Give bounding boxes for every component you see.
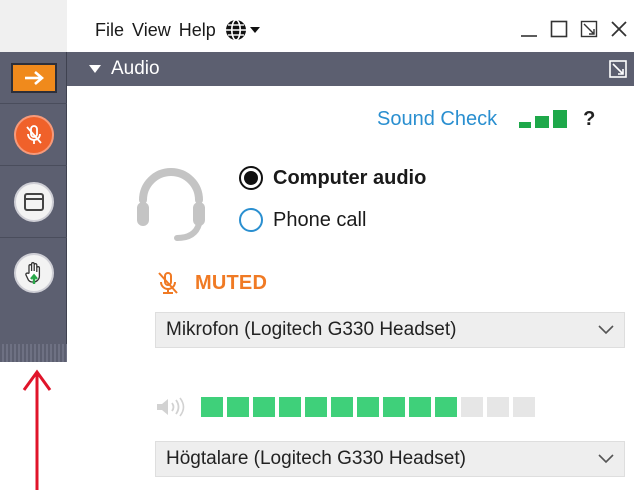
menu-help[interactable]: Help (179, 20, 216, 41)
phone-call-radio[interactable] (239, 208, 263, 232)
microphone-select[interactable]: Mikrofon (Logitech G330 Headset) (155, 312, 625, 348)
level-segment (253, 397, 275, 417)
popout-window-icon[interactable] (580, 20, 598, 38)
computer-audio-radio[interactable] (239, 166, 263, 190)
minimize-icon[interactable] (520, 20, 538, 38)
menu-view[interactable]: View (132, 20, 171, 41)
menu-file[interactable]: File (95, 20, 124, 41)
mic-muted-icon[interactable] (155, 270, 181, 296)
signal-bars-icon (519, 109, 568, 128)
control-sidebar (0, 52, 67, 362)
speaker-level-row (155, 396, 535, 418)
level-segment (227, 397, 249, 417)
window-controls (520, 20, 628, 38)
level-segment (487, 397, 509, 417)
sound-check-row: Sound Check ? (377, 108, 595, 131)
globe-icon (225, 19, 246, 41)
sidebar-collapse-cell (0, 52, 67, 104)
maximize-icon[interactable] (550, 20, 568, 38)
collapse-triangle-icon (89, 65, 101, 73)
audio-panel: Audio Sound Check ? Computer audio Phone… (67, 52, 634, 491)
headset-icon (137, 168, 205, 241)
arrow-right-icon (24, 70, 44, 85)
sound-check-link[interactable]: Sound Check (377, 108, 497, 131)
audio-panel-title: Audio (111, 58, 160, 79)
mute-toggle-button[interactable] (13, 114, 54, 155)
sidebar-hand-cell (0, 238, 67, 308)
muted-status: MUTED (195, 271, 268, 294)
show-screen-button[interactable] (13, 181, 54, 222)
language-menu[interactable] (224, 18, 260, 42)
annotation-arrow-icon (22, 369, 52, 490)
level-segment (383, 397, 405, 417)
raise-hand-button[interactable] (13, 253, 54, 293)
speaker-level-meter (201, 397, 535, 417)
level-segment (331, 397, 353, 417)
chevron-down-icon (598, 325, 614, 335)
computer-audio-option[interactable]: Computer audio (239, 166, 426, 190)
chevron-down-icon (598, 454, 614, 464)
title-bar: File View Help (67, 0, 634, 52)
sidebar-screen-cell (0, 166, 67, 238)
speaker-select[interactable]: Högtalare (Logitech G330 Headset) (155, 441, 625, 477)
mic-muted-icon (25, 124, 42, 144)
collapse-panel-button[interactable] (10, 62, 57, 93)
corner-strip (0, 0, 67, 52)
sidebar-mic-cell (0, 104, 67, 166)
level-segment (461, 397, 483, 417)
mic-status-row: MUTED (155, 270, 267, 296)
help-button[interactable]: ? (583, 108, 595, 131)
level-segment (357, 397, 379, 417)
level-segment (409, 397, 431, 417)
chevron-down-icon (249, 27, 260, 33)
level-segment (513, 397, 535, 417)
level-segment (279, 397, 301, 417)
speaker-icon (157, 397, 185, 417)
phone-call-option[interactable]: Phone call (239, 208, 366, 232)
microphone-select-value: Mikrofon (Logitech G330 Headset) (166, 319, 457, 340)
close-icon[interactable] (610, 20, 628, 38)
menu-bar: File View Help (95, 18, 260, 42)
level-segment (201, 397, 223, 417)
level-segment (305, 397, 327, 417)
level-segment (435, 397, 457, 417)
computer-audio-label: Computer audio (273, 166, 427, 189)
speaker-select-value: Högtalare (Logitech G330 Headset) (166, 448, 466, 469)
sidebar-grip[interactable] (0, 344, 67, 362)
raise-hand-icon (24, 262, 40, 284)
window-icon (23, 192, 44, 211)
audio-panel-header[interactable]: Audio (67, 52, 634, 86)
phone-call-label: Phone call (273, 208, 367, 231)
popout-icon[interactable] (608, 59, 628, 79)
